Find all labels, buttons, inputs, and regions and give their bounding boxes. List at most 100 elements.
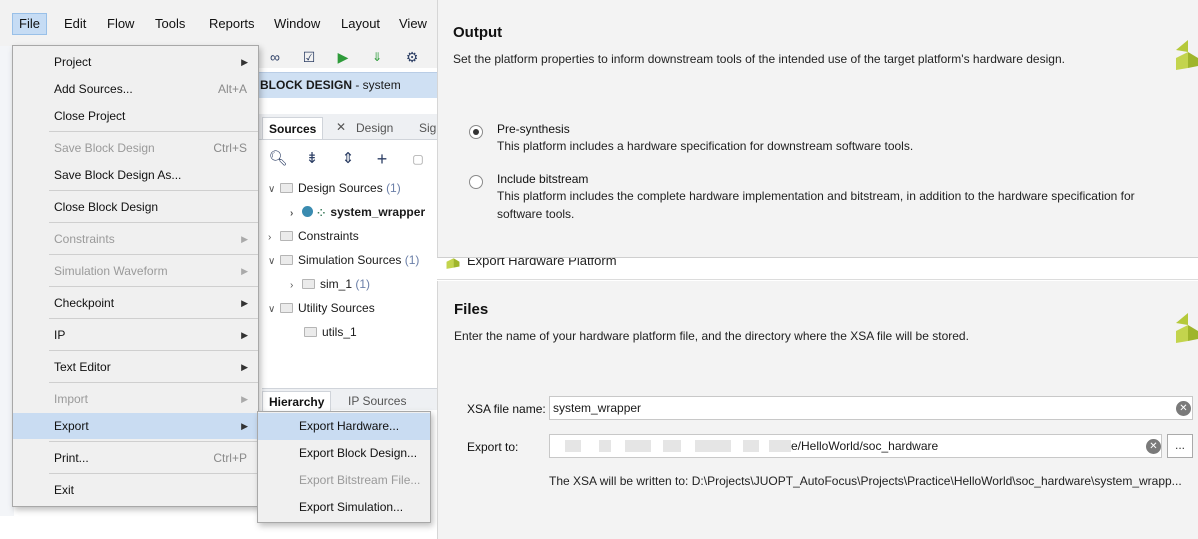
tab-ip-sources[interactable]: IP Sources xyxy=(342,391,412,411)
menu-item-export-simulation[interactable]: Export Simulation... xyxy=(258,494,430,521)
tree-item-utils-1[interactable]: utils_1 xyxy=(304,322,357,342)
menu-separator xyxy=(49,350,258,351)
tree-item-utility-sources[interactable]: ∨ Utility Sources xyxy=(268,298,375,318)
output-title: Output xyxy=(453,24,503,41)
folder-icon xyxy=(280,231,293,241)
close-icon[interactable]: ✕ xyxy=(336,120,346,134)
folder-icon xyxy=(280,255,293,265)
program-device-icon[interactable]: ⇓ xyxy=(367,47,387,67)
menu-item-save-block-design: Save Block Design Ctrl+S xyxy=(13,135,258,161)
run-icon[interactable]: ▶ xyxy=(333,47,353,67)
module-icon xyxy=(302,206,313,217)
menu-item-close-block-design[interactable]: Close Block Design xyxy=(13,194,258,220)
binoculars-icon[interactable]: ∞ xyxy=(265,47,285,67)
menu-item-ip[interactable]: IP ▶ xyxy=(13,322,258,348)
tree-item-sim-1[interactable]: › sim_1 (1) xyxy=(290,274,370,294)
menu-separator xyxy=(49,222,258,223)
xilinx-logo-icon xyxy=(1176,313,1198,343)
chevron-right-icon: ▶ xyxy=(241,266,248,276)
chevron-right-icon[interactable]: › xyxy=(268,228,280,248)
browse-button[interactable]: ... xyxy=(1167,434,1193,458)
expand-all-icon[interactable]: ⇕ xyxy=(338,148,358,170)
menu-flow[interactable]: Flow xyxy=(101,13,140,35)
tree-item-system-wrapper[interactable]: › ⁘ system_wrapper xyxy=(290,202,425,222)
search-icon[interactable]: 🔍︎ xyxy=(268,148,288,170)
pre-synthesis-label[interactable]: Pre-synthesis xyxy=(497,122,570,136)
tab-hierarchy[interactable]: Hierarchy xyxy=(262,391,332,411)
folder-icon xyxy=(302,279,315,289)
chevron-right-icon[interactable]: › xyxy=(290,276,302,296)
tab-sources[interactable]: Sources xyxy=(262,117,324,139)
chevron-right-icon[interactable]: › xyxy=(290,204,302,224)
xilinx-logo-icon xyxy=(446,258,460,269)
blurred-path xyxy=(599,440,611,452)
tab-design[interactable]: Design xyxy=(350,117,399,139)
export-path-visible: e/HelloWorld/soc_hardware xyxy=(791,439,939,453)
xsa-file-name-label: XSA file name: xyxy=(467,402,546,416)
menu-layout[interactable]: Layout xyxy=(335,13,386,35)
dialog-title: Export Hardware Platform xyxy=(467,258,617,268)
gear-icon[interactable]: ⚙ xyxy=(402,47,422,67)
menu-item-export-bitstream: Export Bitstream File... xyxy=(299,473,421,487)
hierarchy-icon: ⁘ xyxy=(317,208,326,219)
xsa-file-name-input[interactable]: system_wrapper xyxy=(549,396,1193,420)
menu-file[interactable]: File xyxy=(12,13,47,35)
checklist-icon[interactable]: ☑ xyxy=(299,47,319,67)
clear-icon[interactable]: ✕ xyxy=(1176,401,1191,416)
output-description: Set the platform properties to inform do… xyxy=(453,52,1065,66)
menu-separator xyxy=(49,318,258,319)
tree-item-design-sources[interactable]: ∨ Design Sources (1) xyxy=(268,178,401,198)
blurred-path xyxy=(565,440,581,452)
menu-item-project[interactable]: Project ▶ xyxy=(13,49,258,75)
menu-item-export-hardware[interactable]: Export Hardware... xyxy=(258,413,430,440)
menu-item-constraints: Constraints ▶ xyxy=(13,226,258,252)
menu-item-checkpoint[interactable]: Checkpoint ▶ xyxy=(13,290,258,316)
export-to-input[interactable]: e/HelloWorld/soc_hardware xyxy=(549,434,1162,458)
properties-icon[interactable]: ▢ xyxy=(408,148,428,170)
menu-tools[interactable]: Tools xyxy=(149,13,191,35)
menu-item-print[interactable]: Print... Ctrl+P xyxy=(13,445,258,471)
menu-bar: File Edit Flow Tools Reports Window Layo… xyxy=(0,0,437,46)
menu-item-save-block-design-as[interactable]: Save Block Design As... xyxy=(13,162,258,188)
pre-synthesis-radio[interactable] xyxy=(469,125,483,139)
block-design-header: BLOCK DESIGN - system xyxy=(258,72,437,98)
menu-edit[interactable]: Edit xyxy=(58,13,92,35)
collapse-all-icon[interactable]: ⇟ xyxy=(302,148,322,170)
menu-reports[interactable]: Reports xyxy=(203,13,261,35)
chevron-right-icon: ▶ xyxy=(241,330,248,340)
menu-item-export[interactable]: Export ▶ xyxy=(13,413,258,439)
tree-item-constraints[interactable]: › Constraints xyxy=(268,226,359,246)
chevron-right-icon: ▶ xyxy=(241,421,248,431)
xsa-output-path-note: The XSA will be written to: D:\Projects\… xyxy=(549,474,1182,488)
chevron-down-icon[interactable]: ∨ xyxy=(268,180,280,200)
clear-icon[interactable]: ✕ xyxy=(1146,439,1161,454)
include-bitstream-label[interactable]: Include bitstream xyxy=(497,172,588,186)
file-menu: Project ▶ Add Sources... Alt+A Close Proje… xyxy=(12,45,259,507)
menu-item-text-editor[interactable]: Text Editor ▶ xyxy=(13,354,258,380)
blurred-path xyxy=(625,440,651,452)
menu-item-export-block-design[interactable]: Export Block Design... xyxy=(258,440,430,467)
menu-separator xyxy=(49,382,258,383)
menu-item-exit[interactable]: Exit xyxy=(13,477,258,503)
add-icon[interactable]: + xyxy=(372,148,392,170)
hierarchy-tab-bar: Hierarchy IP Sources xyxy=(262,388,437,411)
files-title: Files xyxy=(454,301,489,318)
blurred-path xyxy=(663,440,681,452)
include-bitstream-radio[interactable] xyxy=(469,175,483,189)
menu-item-close-project[interactable]: Close Project xyxy=(13,103,258,129)
vivado-main-window: File Edit Flow Tools Reports Window Layo… xyxy=(0,0,437,539)
chevron-down-icon[interactable]: ∨ xyxy=(268,300,280,320)
blurred-path xyxy=(769,440,791,452)
tab-signals[interactable]: Sig xyxy=(413,117,437,139)
shortcut-label: Ctrl+S xyxy=(213,141,247,155)
menu-window[interactable]: Window xyxy=(268,13,326,35)
files-description: Enter the name of your hardware platform… xyxy=(454,329,969,343)
chevron-down-icon[interactable]: ∨ xyxy=(268,252,280,272)
sources-toolbar: 🔍︎ ⇟ ⇕ + ▢ xyxy=(258,146,437,172)
menu-item-add-sources[interactable]: Add Sources... Alt+A xyxy=(13,76,258,102)
folder-icon xyxy=(280,183,293,193)
tree-item-simulation-sources[interactable]: ∨ Simulation Sources (1) xyxy=(268,250,419,270)
xilinx-logo-icon xyxy=(1176,40,1198,70)
folder-icon xyxy=(280,303,293,313)
menu-view[interactable]: View xyxy=(393,13,433,35)
